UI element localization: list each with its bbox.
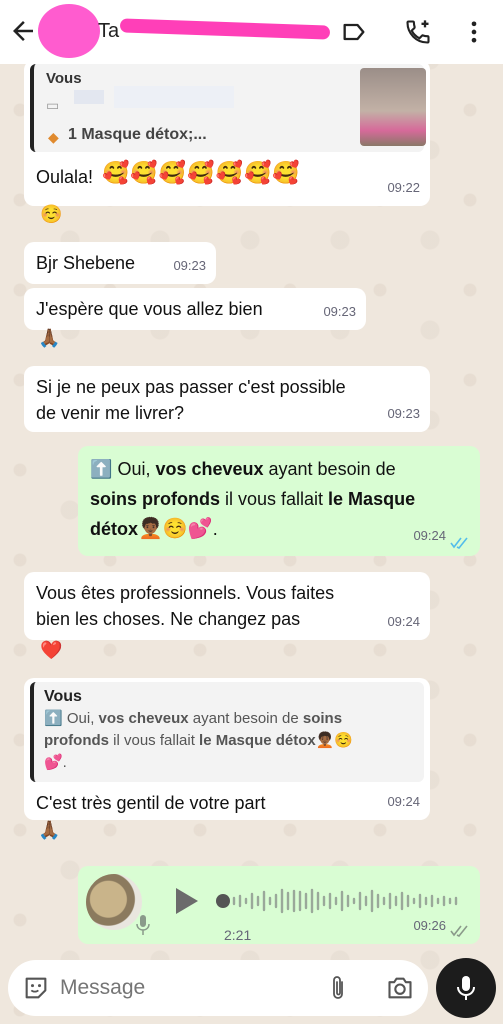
sticker-icon[interactable] [22,974,50,1002]
quote-text-bold: soins [302,710,343,727]
camera-icon[interactable] [386,974,414,1002]
message-input[interactable] [60,970,290,1006]
quote-text-fragment: il vous fallait [109,732,200,749]
message-time: 09:23 [323,304,356,319]
message-time: 09:24 [387,794,420,809]
up-arrow-emoji: ⬆️ [44,710,63,727]
product-thumbnail[interactable] [360,68,426,146]
chat-header: Ta [0,0,503,64]
message-text-bold: soins profonds [90,489,220,509]
message-time: 09:24 [387,614,420,629]
message-text-fragment: ayant besoin de [263,459,396,479]
double-check-icon [450,537,468,549]
seek-handle[interactable] [216,894,230,908]
message-text-fragment: il vous fallait [220,489,329,509]
emoji-row: 🥰🥰🥰🥰🥰🥰🥰 [102,160,301,185]
message-bubble-incoming[interactable]: Si je ne peux pas passer c'est possible … [24,366,430,432]
play-icon[interactable] [174,886,200,916]
image-icon: ▭ [46,97,60,113]
message-text: J'espère que vous allez bien [36,299,263,319]
emoji-row: 🧑🏾‍🦱☺️💕 [138,518,213,540]
message-bubble-incoming[interactable]: Vous ⬆️ Oui, vos cheveux ayant besoin de… [24,678,430,820]
quote-text-fragment: 💕. [44,754,67,771]
up-arrow-emoji: ⬆️ [90,459,113,479]
message-bubble-incoming[interactable]: Bjr Shebene 09:23 [24,242,216,284]
quoted-message[interactable]: Vous ▭ ◆ 1 Masque détox;... [30,64,426,152]
reaction-emoji[interactable]: 🙏🏾 [38,820,60,841]
message-text: C'est très gentil de votre part [36,793,266,813]
quote-author: Vous [44,688,82,705]
message-text-line: bien les choses. Ne changez pas [36,609,301,629]
quote-text-bold: vos cheveux [98,710,189,727]
blurred-preview [114,86,234,108]
message-text-bold: détox [90,519,139,539]
message-bubble-incoming[interactable]: J'espère que vous allez bien 09:23 [24,288,366,330]
message-time: 09:23 [173,258,206,273]
reaction-emoji[interactable]: ❤️ [40,640,62,661]
mic-button[interactable] [436,958,496,1018]
voice-message-bubble[interactable]: 2:21 09:26 [78,866,480,944]
contact-name[interactable]: Ta [98,20,119,43]
mic-icon [136,915,150,935]
message-text-line: de venir me livrer? [36,403,185,423]
message-text-line: Si je ne peux pas passer c'est possible [36,377,346,397]
quote-text-fragment: Oui, [66,710,99,727]
message-text-line: Vous êtes professionnels. Vous faites [36,583,335,603]
message-bubble-incoming[interactable]: Vous êtes professionnels. Vous faites bi… [24,572,430,640]
message-bubble-outgoing[interactable]: ⬆️ Oui, vos cheveux ayant besoin de soin… [78,446,480,556]
message-input-bar [8,960,428,1016]
message-time: 09:23 [387,406,420,421]
blurred-preview [74,90,104,104]
avatar[interactable] [38,4,100,58]
message-text: Oulala! [36,167,94,187]
diamond-icon: ◆ [48,129,59,145]
quote-text-bold: le Masque détox [199,732,316,749]
double-check-icon [450,925,468,937]
avatar[interactable] [86,874,142,930]
reaction-emoji[interactable]: 🙏🏾 [38,328,60,349]
quote-text-bold: profonds [44,732,109,749]
mic-icon [457,976,475,1000]
quote-author: Vous [46,70,82,87]
message-text-fragment: Oui, [117,459,156,479]
quote-preview-text: 1 Masque détox;... [68,126,207,143]
voice-duration: 2:21 [224,927,252,943]
attach-icon[interactable] [326,974,350,1002]
redaction-mark [119,18,331,40]
message-text-fragment: . [212,519,218,539]
reaction-emoji[interactable]: ☺️ [40,204,62,225]
quote-text-fragment: ayant besoin de [188,710,303,727]
more-vert-icon[interactable] [460,18,488,46]
message-bubble-incoming[interactable]: Vous ▭ ◆ 1 Masque détox;... Oulala! 🥰🥰🥰🥰… [24,60,430,206]
arrow-left-icon[interactable] [8,16,38,46]
quoted-message[interactable]: Vous ⬆️ Oui, vos cheveux ayant besoin de… [30,682,424,782]
label-icon[interactable] [340,18,368,46]
message-time: 09:24 [413,528,446,543]
message-text: Bjr Shebene [36,253,136,273]
message-text-bold: le Masque [328,489,416,509]
add-call-icon[interactable] [404,18,432,46]
message-time: 09:22 [387,180,420,195]
emoji-row: 🧑🏾‍🦱☺️ [315,732,354,749]
message-time: 09:26 [413,918,446,933]
message-text-bold: vos cheveux [155,459,264,479]
